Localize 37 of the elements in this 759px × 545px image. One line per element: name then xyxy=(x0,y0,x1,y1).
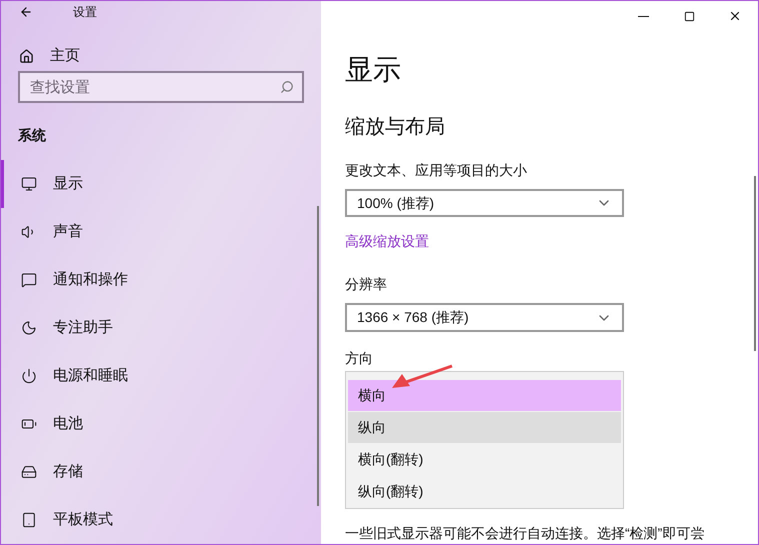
field-label: 方向 xyxy=(345,349,374,368)
tablet-icon xyxy=(21,512,37,528)
search-icon xyxy=(280,80,294,94)
orientation-option[interactable]: 横向 xyxy=(348,380,621,411)
moon-icon xyxy=(21,320,37,336)
arrow-drawing xyxy=(392,364,452,388)
sidebar-item[interactable]: 通知和操作 xyxy=(1,256,321,304)
maximize-icon xyxy=(684,10,694,22)
sidebar-item[interactable]: 存储 xyxy=(1,448,321,496)
orientation-option[interactable]: 横向(翻转) xyxy=(348,444,621,475)
advanced-scaling-link[interactable]: 高级缩放设置 xyxy=(345,231,758,252)
orientation-option[interactable]: 纵向 xyxy=(348,412,621,443)
minimize-icon xyxy=(638,16,648,17)
home-icon xyxy=(19,48,34,64)
sidebar-item[interactable]: 声音 xyxy=(1,208,321,256)
field-label: 分辨率 xyxy=(345,275,388,294)
scale-dropdown[interactable]: 100% (推荐) xyxy=(345,188,624,218)
sidebar-item[interactable]: 电池 xyxy=(1,400,321,448)
page-title: 显示 xyxy=(345,52,402,87)
sidebar-item[interactable]: 平板模式 xyxy=(1,496,321,544)
power-icon xyxy=(21,368,37,384)
monitor-icon xyxy=(21,176,37,192)
back-button[interactable] xyxy=(19,5,33,20)
sidebar-item[interactable]: 电源和睡眠 xyxy=(1,352,321,400)
field-label: 更改文本、应用等项目的大小 xyxy=(345,160,528,180)
window-title: 设置 xyxy=(73,4,97,22)
section-heading: 系统 xyxy=(17,126,47,145)
drive-icon xyxy=(21,464,37,480)
home-item[interactable]: 主页 xyxy=(1,44,321,69)
note-text: 一些旧式显示器可能不会进行自动连接。选择“检测”即可尝 xyxy=(345,524,706,543)
search-field[interactable]: 查找设置 xyxy=(18,71,304,103)
orientation-option[interactable]: 纵向(翻转) xyxy=(348,476,621,507)
section-heading: 缩放与布局 xyxy=(345,114,446,140)
speech-bubble-icon xyxy=(21,272,37,288)
sidebar-item[interactable]: 专注助手 xyxy=(1,304,321,352)
resolution-dropdown[interactable]: 1366 × 768 (推荐) xyxy=(345,303,624,332)
back-icon xyxy=(19,5,33,20)
